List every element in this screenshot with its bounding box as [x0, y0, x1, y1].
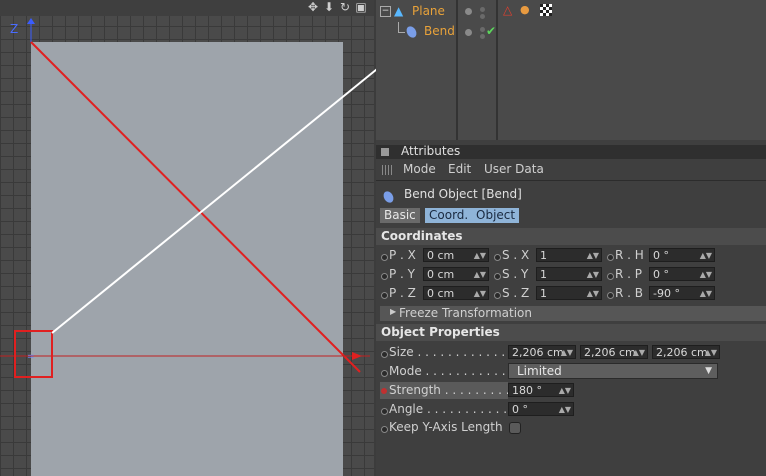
- tab-basic[interactable]: Basic: [380, 208, 420, 223]
- coord-field[interactable]: 1 ▲▼: [536, 248, 602, 262]
- object-properties-section[interactable]: Object Properties: [376, 324, 766, 341]
- coord-label: S . Z: [502, 286, 530, 300]
- strength-field[interactable]: 180 ° ▲▼: [508, 383, 574, 397]
- angle-field[interactable]: 0 ° ▲▼: [508, 402, 574, 416]
- coord-label: R . H: [615, 248, 644, 262]
- coordinates-section[interactable]: Coordinates: [376, 228, 766, 245]
- size-label: Size . . . . . . . . . . . . .: [389, 345, 513, 359]
- object-row-plane[interactable]: − ▲ Plane: [376, 4, 456, 22]
- animation-radio[interactable]: [607, 273, 614, 280]
- size-y-field[interactable]: 2,206 cm ▲▼: [580, 345, 648, 359]
- column-separator: [456, 0, 458, 140]
- mode-label: Mode . . . . . . . . . . . .: [389, 364, 514, 378]
- editor-visibility-dot[interactable]: [465, 29, 472, 36]
- z-axis-arrow-icon: [27, 18, 35, 24]
- deformer-diagonal-line: [30, 41, 361, 373]
- phong-tag-icon[interactable]: △: [503, 3, 512, 17]
- editor-visibility-dot[interactable]: [465, 8, 472, 15]
- animation-radio[interactable]: [381, 370, 388, 377]
- coord-field[interactable]: 1 ▲▼: [536, 267, 602, 281]
- animation-radio[interactable]: [381, 351, 388, 358]
- object-manager: − ▲ Plane △ ● Bend ✔: [376, 0, 766, 140]
- keep-y-axis-label: Keep Y-Axis Length: [389, 420, 503, 434]
- animation-radio[interactable]: [381, 426, 388, 433]
- object-title: Bend Object [Bend]: [404, 187, 522, 201]
- expand-arrow-icon: ▶: [390, 307, 397, 316]
- viewport[interactable]: ✥ ⬇ ↻ ▣ Z =: [0, 0, 374, 476]
- size-z-field[interactable]: 2,206 cm ▲▼: [652, 345, 720, 359]
- freeze-label: Freeze Transformation: [399, 306, 532, 320]
- section-title: Coordinates: [381, 229, 463, 243]
- coord-label: S . X: [502, 248, 530, 262]
- coord-field[interactable]: 0 cm ▲▼: [423, 286, 489, 300]
- attributes-panel: Attributes Mode Edit User Data Bend Obje…: [376, 140, 766, 476]
- size-x-field[interactable]: 2,206 cm ▲▼: [508, 345, 576, 359]
- animation-radio-active[interactable]: [381, 388, 387, 394]
- viewport-overlay: =: [0, 18, 370, 378]
- divider: [376, 180, 766, 181]
- coord-label: R . P: [615, 267, 643, 281]
- coord-field[interactable]: 0 cm ▲▼: [423, 267, 489, 281]
- animation-radio[interactable]: [494, 292, 501, 299]
- coord-field[interactable]: 0 ° ▲▼: [649, 248, 715, 262]
- bend-deformer-icon: [381, 189, 396, 205]
- mode-dropdown[interactable]: Limited ▼: [508, 363, 718, 379]
- animation-radio[interactable]: [607, 292, 614, 299]
- plane-icon: ▲: [394, 4, 404, 18]
- animation-radio[interactable]: [381, 292, 388, 299]
- freeze-transformation-toggle[interactable]: ▶ Freeze Transformation: [380, 306, 766, 321]
- mode-value: Limited: [517, 364, 562, 378]
- coord-label: P . Z: [389, 286, 416, 300]
- panel-title: Attributes: [401, 144, 461, 158]
- animation-radio[interactable]: [607, 254, 614, 261]
- bend-deformer-icon: [404, 24, 419, 40]
- strength-label: Strength . . . . . . . . .: [389, 383, 510, 397]
- keep-y-axis-checkbox[interactable]: [509, 422, 521, 434]
- coord-label: R . B: [615, 286, 644, 300]
- coord-field[interactable]: -90 ° ▲▼: [649, 286, 715, 300]
- tree-connector: [398, 22, 405, 33]
- column-separator: [496, 0, 498, 140]
- coord-field[interactable]: 0 ° ▲▼: [649, 267, 715, 281]
- object-row-bend[interactable]: Bend: [376, 22, 456, 42]
- menu-edit[interactable]: Edit: [448, 162, 471, 176]
- animation-radio[interactable]: [381, 273, 388, 280]
- tab-object[interactable]: Object: [472, 208, 520, 223]
- angle-label: Angle . . . . . . . . . . . .: [389, 402, 515, 416]
- x-axis-arrow-icon: [352, 352, 362, 360]
- section-title: Object Properties: [381, 325, 500, 339]
- render-visibility-dot[interactable]: [480, 14, 485, 19]
- chevron-down-icon: ▼: [705, 366, 712, 376]
- grip-icon: [382, 165, 392, 175]
- coord-label: P . X: [389, 248, 416, 262]
- object-name-plane[interactable]: Plane: [412, 4, 445, 18]
- object-name-bend[interactable]: Bend: [424, 24, 455, 38]
- animation-radio[interactable]: [494, 273, 501, 280]
- coord-label: S . Y: [502, 267, 529, 281]
- tab-coord[interactable]: Coord.: [425, 208, 473, 223]
- animation-radio[interactable]: [381, 408, 388, 415]
- render-visibility-dot[interactable]: [480, 27, 485, 32]
- animation-radio[interactable]: [381, 254, 388, 261]
- coord-field[interactable]: 0 cm ▲▼: [423, 248, 489, 262]
- texture-tag-icon[interactable]: ●: [520, 3, 530, 16]
- bend-gizmo-marker: =: [27, 352, 35, 362]
- coord-label: P . Y: [389, 267, 416, 281]
- collapse-toggle-icon[interactable]: −: [380, 6, 391, 17]
- attributes-header: Attributes: [376, 144, 766, 159]
- material-tag-icon[interactable]: [540, 4, 552, 16]
- render-visibility-dot[interactable]: [480, 34, 485, 39]
- menu-mode[interactable]: Mode: [403, 162, 436, 176]
- enabled-checkmark-icon[interactable]: ✔: [486, 24, 496, 38]
- render-visibility-dot[interactable]: [480, 7, 485, 12]
- panel-icon: [381, 148, 389, 156]
- coord-field[interactable]: 1 ▲▼: [536, 286, 602, 300]
- animation-radio[interactable]: [494, 254, 501, 261]
- menu-user-data[interactable]: User Data: [484, 162, 544, 176]
